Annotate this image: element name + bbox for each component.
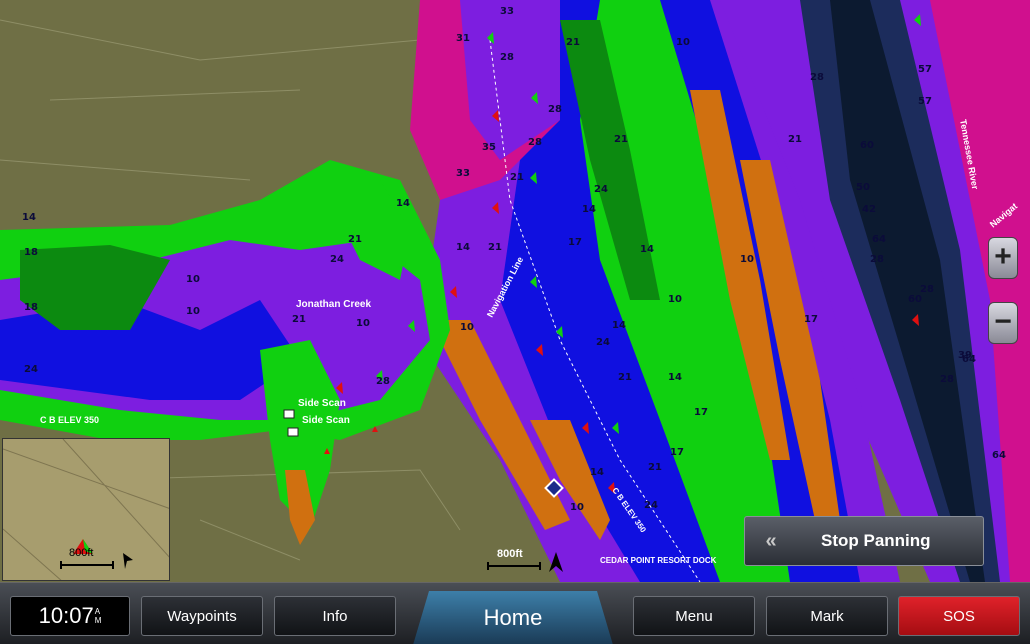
- sos-button[interactable]: SOS: [898, 596, 1020, 636]
- clock-ampm: A M: [95, 607, 102, 625]
- waypoints-button[interactable]: Waypoints: [141, 596, 263, 636]
- depth-sounding: 64: [872, 234, 886, 245]
- depth-sounding: 33: [500, 6, 514, 17]
- depth-sounding: 14: [396, 198, 410, 209]
- stop-panning-label: Stop Panning: [821, 531, 931, 550]
- scale-label: 800ft: [497, 548, 523, 560]
- depth-sounding: 28: [528, 137, 542, 148]
- double-chevron-left-icon: «: [765, 529, 777, 552]
- side-scan-icon[interactable]: [287, 427, 299, 437]
- side-scan-icon[interactable]: [283, 409, 295, 419]
- depth-sounding: 28: [940, 374, 954, 385]
- depth-sounding: 14: [22, 212, 36, 223]
- depth-sounding: 24: [644, 500, 658, 511]
- depth-sounding: 28: [810, 72, 824, 83]
- overview-inset-map[interactable]: 800ft: [2, 438, 170, 581]
- depth-sounding: 31: [456, 33, 470, 44]
- label-side-scan: Side Scan: [302, 415, 350, 426]
- depth-sounding: 28: [870, 254, 884, 265]
- depth-sounding: 10: [186, 274, 200, 285]
- depth-sounding: 10: [676, 37, 690, 48]
- depth-sounding: 21: [788, 134, 802, 145]
- depth-sounding: 24: [596, 337, 610, 348]
- inset-map-graphic: 800ft: [3, 439, 169, 580]
- depth-sounding: 18: [24, 247, 38, 258]
- depth-sounding: 21: [566, 37, 580, 48]
- depth-sounding: 21: [292, 314, 306, 325]
- bottom-toolbar: 10:07 A M Waypoints Info Home Menu Mark …: [0, 582, 1030, 644]
- mark-button[interactable]: Mark: [766, 596, 888, 636]
- label-elev-left: C B ELEV 350: [40, 415, 99, 425]
- depth-sounding: 24: [330, 254, 344, 265]
- stop-panning-button[interactable]: « Stop Panning: [744, 516, 984, 566]
- depth-sounding: 24: [24, 364, 38, 375]
- zoom-out-button[interactable]: −: [988, 302, 1018, 344]
- depth-sounding: 14: [582, 204, 596, 215]
- depth-sounding: 50: [856, 182, 870, 193]
- depth-sounding: 21: [618, 372, 632, 383]
- heading-arrow-icon: [123, 553, 133, 569]
- depth-sounding: 18: [24, 302, 38, 313]
- depth-sounding: 21: [488, 242, 502, 253]
- depth-sounding: 42: [862, 204, 876, 215]
- depth-sounding: 28: [920, 284, 934, 295]
- depth-sounding: 21: [348, 234, 362, 245]
- clock-am: A: [94, 607, 101, 616]
- depth-sounding: 57: [918, 64, 932, 75]
- zoom-in-button[interactable]: +: [988, 237, 1018, 279]
- depth-sounding: 14: [640, 244, 654, 255]
- depth-sounding: 39: [958, 350, 972, 361]
- depth-sounding: 57: [918, 96, 932, 107]
- depth-sounding: 17: [804, 314, 818, 325]
- depth-sounding: 28: [548, 104, 562, 115]
- home-button[interactable]: Home: [413, 591, 613, 644]
- depth-sounding: 17: [568, 237, 582, 248]
- label-jonathan-creek: Jonathan Creek: [296, 299, 371, 310]
- label-cedar-point: CEDAR POINT RESORT DOCK: [600, 556, 717, 565]
- inset-scale-label: 800ft: [69, 547, 93, 559]
- depth-sounding: 35: [482, 142, 496, 153]
- depth-sounding: 17: [694, 407, 708, 418]
- label-side-scan: Side Scan: [298, 398, 346, 409]
- depth-sounding: 17: [670, 447, 684, 458]
- clock-time: 10:07: [38, 603, 94, 628]
- clock-pm: M: [94, 616, 102, 625]
- depth-sounding: 10: [356, 318, 370, 329]
- depth-sounding: 14: [456, 242, 470, 253]
- depth-sounding: 21: [510, 172, 524, 183]
- info-button[interactable]: Info: [274, 596, 396, 636]
- menu-button[interactable]: Menu: [633, 596, 755, 636]
- depth-sounding: 21: [614, 134, 628, 145]
- depth-sounding: 10: [668, 294, 682, 305]
- depth-sounding: 10: [570, 502, 584, 513]
- depth-sounding: 33: [456, 168, 470, 179]
- depth-sounding: 28: [500, 52, 514, 63]
- depth-sounding: 60: [908, 294, 922, 305]
- chartplotter-screen: Jonathan Creek Side Scan Side Scan Navig…: [0, 0, 1030, 644]
- depth-sounding: 21: [648, 462, 662, 473]
- depth-sounding: 14: [612, 320, 626, 331]
- depth-sounding: 14: [668, 372, 682, 383]
- depth-sounding: 10: [740, 254, 754, 265]
- depth-sounding: 14: [590, 467, 604, 478]
- clock-display: 10:07 A M: [10, 596, 130, 636]
- depth-sounding: 10: [460, 322, 474, 333]
- depth-sounding: 24: [594, 184, 608, 195]
- depth-sounding: 60: [860, 140, 874, 151]
- depth-sounding: 10: [186, 306, 200, 317]
- depth-sounding: 28: [376, 376, 390, 387]
- depth-sounding: 64: [992, 450, 1006, 461]
